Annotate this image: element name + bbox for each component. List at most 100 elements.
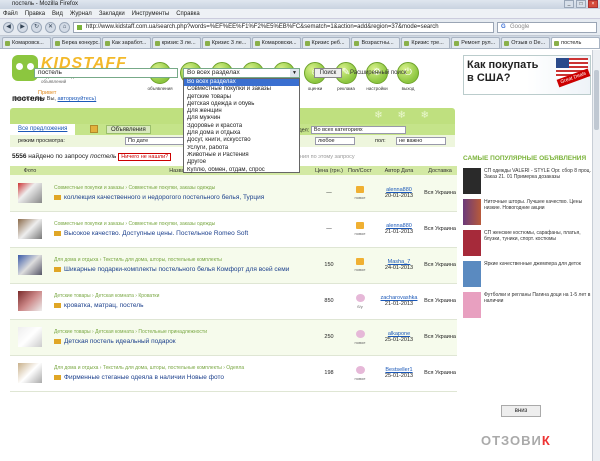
dropdown-option[interactable]: Животные и Растения — [184, 152, 299, 159]
table-row[interactable]: Для дома и отдыха › Текстиль для дома, ш… — [10, 247, 457, 284]
popular-text[interactable]: СП женские костюмы, сарафаны, платья, бл… — [484, 230, 591, 256]
menu-bookmarks[interactable]: Закладки — [99, 9, 125, 18]
dropdown-option[interactable]: Услуги, работа — [184, 145, 299, 152]
list-item[interactable]: СП женские костюмы, сарафаны, платья, бл… — [463, 230, 591, 256]
usa-shopping-ad[interactable]: Как покупать в США? Great Deals — [463, 55, 591, 95]
popular-thumbnail[interactable] — [463, 199, 481, 225]
row-photo[interactable] — [10, 355, 50, 392]
browser-tab[interactable]: Кризис реб... — [301, 37, 351, 48]
browser-tab[interactable]: Как заработ... — [101, 37, 151, 48]
table-row[interactable]: Для дома и отдыха › Текстиль для дома, ш… — [10, 355, 457, 392]
scroll-down-button[interactable]: вниз — [501, 405, 541, 417]
row-category[interactable]: Совместные покупки и заказы › Совместные… — [54, 185, 215, 191]
menu-file[interactable]: Файл — [3, 9, 18, 18]
product-thumbnail[interactable] — [18, 327, 42, 347]
dropdown-option[interactable]: Досуг, книги, искусство — [184, 137, 299, 144]
stop-icon[interactable]: ✕ — [45, 21, 56, 33]
row-photo[interactable] — [10, 175, 50, 212]
settings-nav[interactable]: ⚙ настройки — [363, 62, 391, 91]
gender-select[interactable]: не важно — [396, 136, 446, 145]
browser-tab[interactable]: Кризис 3 ле... — [201, 37, 251, 48]
menu-help[interactable]: Справка — [176, 9, 200, 18]
menu-history[interactable]: Журнал — [70, 9, 92, 18]
list-item[interactable]: Ниточные шторы. Лучшее качество. Цены ни… — [463, 199, 591, 225]
browser-tab[interactable]: Возрастны... — [351, 37, 401, 48]
dropdown-option[interactable]: Для женщин — [184, 108, 299, 115]
dropdown-option[interactable]: Совместные покупки и заказы — [184, 86, 299, 93]
popular-text[interactable]: Яркие качественные джемпера для деток — [484, 261, 581, 287]
row-title-link[interactable]: Детская постель идеальный подарок — [54, 338, 313, 345]
dropdown-option[interactable]: Здоровье и красота — [184, 123, 299, 130]
vertical-scrollbar[interactable] — [592, 50, 600, 461]
row-photo[interactable] — [10, 247, 50, 284]
row-category[interactable]: Для дома и отдыха › Текстиль для дома, ш… — [54, 257, 222, 263]
tab-all-offers[interactable]: Все предложения — [10, 124, 76, 135]
browser-tab[interactable]: кризис 3 ле... — [151, 37, 201, 48]
tab-ads[interactable]: Объявления — [106, 125, 151, 134]
dropdown-option[interactable]: Куплю, обмен, отдам, спрос — [184, 167, 299, 174]
browser-tab[interactable]: Комаровск... — [2, 37, 51, 48]
maximize-button[interactable]: □ — [576, 0, 586, 8]
row-category[interactable]: Детские товары › Детская комната › Посте… — [54, 329, 207, 335]
state-select[interactable]: любое — [315, 136, 355, 145]
browser-tab[interactable]: Отзыв о De... — [501, 37, 551, 48]
chevron-down-icon[interactable]: ▼ — [290, 69, 299, 77]
row-category[interactable]: Для дома и отдыха › Текстиль для дома, ш… — [54, 365, 244, 371]
row-category[interactable]: Совместные покупки и заказы › Совместные… — [54, 221, 215, 227]
browser-tab[interactable]: Кризис тре... — [401, 37, 451, 48]
web-search-input[interactable]: Google — [497, 21, 597, 33]
row-photo[interactable] — [10, 211, 50, 248]
popular-text[interactable]: СП одежды VALERI - STYLE Орг. сбор 8 про… — [484, 168, 591, 194]
category-select[interactable]: Во всех категориях — [310, 126, 406, 134]
browser-tab[interactable]: Берка конкурс... — [51, 37, 101, 48]
grid-view-icon[interactable] — [90, 125, 98, 133]
home-icon[interactable]: ⌂ — [59, 21, 70, 33]
dropdown-option[interactable]: Для мужчин — [184, 115, 299, 122]
product-thumbnail[interactable] — [18, 255, 42, 275]
popular-thumbnail[interactable] — [463, 261, 481, 287]
row-title-link[interactable]: кроватка, матрац, постель — [54, 302, 313, 309]
forward-icon[interactable]: ▶ — [17, 21, 28, 33]
product-thumbnail[interactable] — [18, 182, 42, 203]
sort-select[interactable]: По дате — [125, 136, 185, 145]
login-link[interactable]: авторизуйтесь) — [58, 96, 97, 102]
row-title-link[interactable]: Шикарные подарки-комплекты постельного б… — [54, 266, 313, 273]
row-title-link[interactable]: Фирменные стеганые одеяла в наличии Новы… — [54, 374, 313, 381]
menu-tools[interactable]: Инструменты — [132, 9, 169, 18]
row-photo[interactable] — [10, 319, 50, 356]
product-thumbnail[interactable] — [18, 219, 42, 239]
browser-tab[interactable]: Комаровски... — [251, 37, 301, 48]
list-item[interactable]: Яркие качественные джемпера для деток — [463, 261, 591, 287]
dropdown-option[interactable]: Детские товары — [184, 94, 299, 101]
list-item[interactable]: СП одежды VALERI - STYLE Орг. сбор 8 про… — [463, 168, 591, 194]
search-button[interactable]: Поиск — [314, 68, 342, 78]
list-item[interactable]: Футболки и регланы Пагина доци на 1-5 ле… — [463, 292, 591, 318]
dropdown-option[interactable]: Для дома и отдыха — [184, 130, 299, 137]
scrollbar-thumb[interactable] — [594, 70, 599, 130]
table-row[interactable]: Совместные покупки и заказы › Совместные… — [10, 175, 457, 212]
row-title-link[interactable]: коллекция качественного и недорогого пос… — [54, 194, 313, 201]
minimize-button[interactable]: _ — [564, 0, 574, 8]
table-row[interactable]: Детские товары › Детская комната › Крова… — [10, 283, 457, 320]
address-bar[interactable]: http://www.kidstaff.com.ua/search.php?wo… — [73, 21, 494, 33]
search-input[interactable]: постель — [34, 68, 178, 78]
row-category[interactable]: Детские товары › Детская комната › Крова… — [54, 293, 159, 299]
popular-thumbnail[interactable] — [463, 292, 481, 318]
product-thumbnail[interactable] — [18, 291, 42, 311]
dropdown-option[interactable]: Другое — [184, 159, 299, 166]
popular-thumbnail[interactable] — [463, 168, 481, 194]
menu-view[interactable]: Вид — [52, 9, 63, 18]
close-button[interactable]: × — [588, 0, 598, 8]
back-icon[interactable]: ◀ — [3, 21, 14, 33]
popular-text[interactable]: Футболки и регланы Пагина доци на 1-5 ле… — [484, 292, 591, 318]
product-thumbnail[interactable] — [18, 363, 42, 383]
not-found-link[interactable]: Ничего не нашли? — [118, 153, 172, 161]
popular-text[interactable]: Ниточные шторы. Лучшее качество. Цены ни… — [484, 199, 591, 225]
popular-thumbnail[interactable] — [463, 230, 481, 256]
row-photo[interactable] — [10, 283, 50, 320]
logout-nav[interactable]: ⏻ выход — [394, 62, 422, 91]
table-row[interactable]: Детские товары › Детская комната › Посте… — [10, 319, 457, 356]
dropdown-option[interactable]: Детская одежда и обувь — [184, 101, 299, 108]
browser-tab-active[interactable]: постель — [551, 37, 600, 48]
reload-icon[interactable]: ↻ — [31, 21, 42, 33]
